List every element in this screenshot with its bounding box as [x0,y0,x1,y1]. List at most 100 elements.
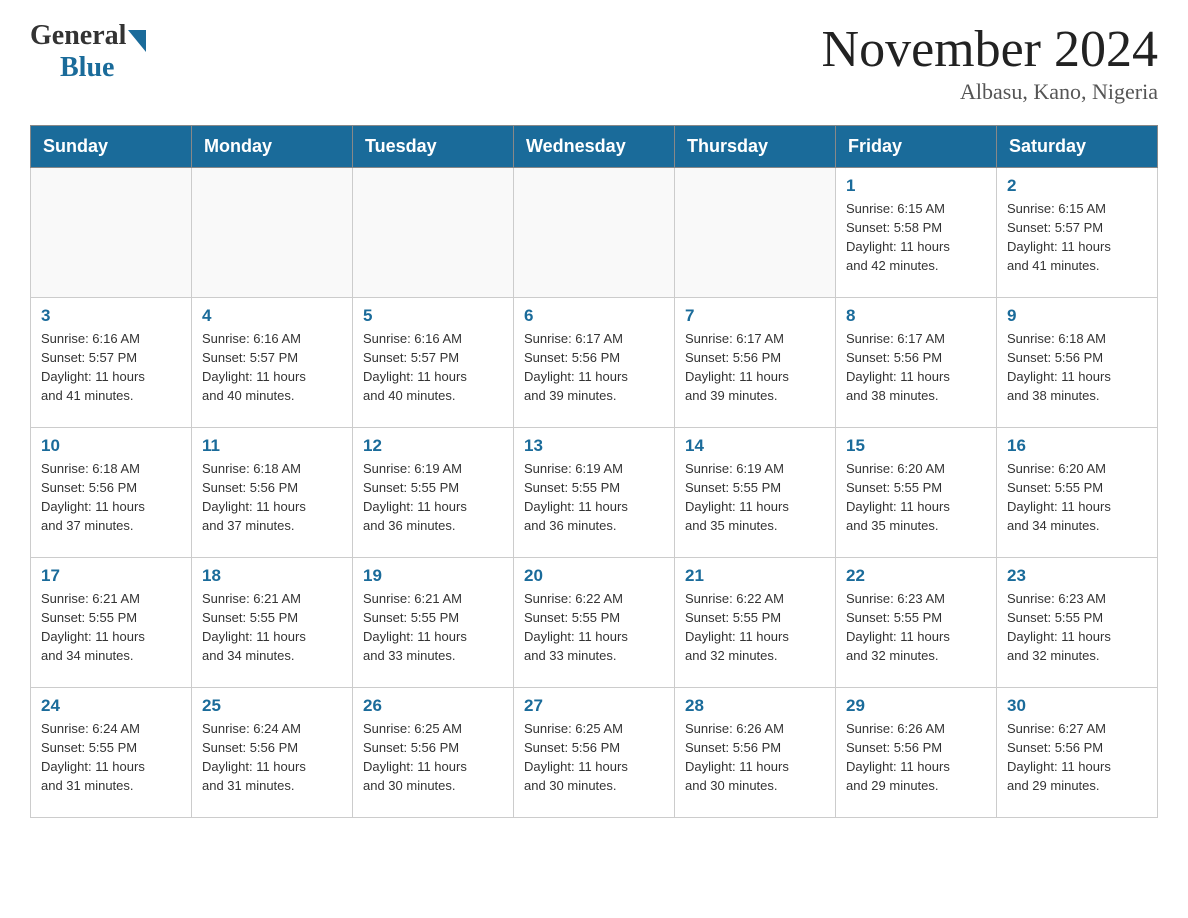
day-number: 21 [685,566,825,586]
title-area: November 2024 Albasu, Kano, Nigeria [822,20,1158,105]
day-number: 6 [524,306,664,326]
day-info: Sunrise: 6:19 AM Sunset: 5:55 PM Dayligh… [524,460,664,535]
calendar-cell: 29 Sunrise: 6:26 AM Sunset: 5:56 PM Dayli… [836,688,997,818]
calendar-cell: 9 Sunrise: 6:18 AM Sunset: 5:56 PM Daylig… [997,298,1158,428]
logo-text-general: General [30,20,126,52]
weekday-header-thursday: Thursday [675,126,836,168]
calendar-cell: 30 Sunrise: 6:27 AM Sunset: 5:56 PM Dayli… [997,688,1158,818]
calendar-cell: 19 Sunrise: 6:21 AM Sunset: 5:55 PM Dayli… [353,558,514,688]
day-info: Sunrise: 6:21 AM Sunset: 5:55 PM Dayligh… [41,590,181,665]
day-info: Sunrise: 6:17 AM Sunset: 5:56 PM Dayligh… [685,330,825,405]
calendar-cell: 14 Sunrise: 6:19 AM Sunset: 5:55 PM Dayli… [675,428,836,558]
calendar-cell: 16Sunrise: 6:20 AM Sunset: 5:55 PM Dayli… [997,428,1158,558]
calendar-cell [514,168,675,298]
calendar-cell: 24 Sunrise: 6:24 AM Sunset: 5:55 PM Dayli… [31,688,192,818]
day-info: Sunrise: 6:21 AM Sunset: 5:55 PM Dayligh… [363,590,503,665]
calendar-cell: 6 Sunrise: 6:17 AM Sunset: 5:56 PM Daylig… [514,298,675,428]
day-number: 19 [363,566,503,586]
calendar-cell: 18 Sunrise: 6:21 AM Sunset: 5:55 PM Dayli… [192,558,353,688]
day-info: Sunrise: 6:24 AM Sunset: 5:56 PM Dayligh… [202,720,342,795]
weekday-header-wednesday: Wednesday [514,126,675,168]
weekday-header-friday: Friday [836,126,997,168]
day-info: Sunrise: 6:19 AM Sunset: 5:55 PM Dayligh… [363,460,503,535]
day-info: Sunrise: 6:16 AM Sunset: 5:57 PM Dayligh… [363,330,503,405]
calendar-cell [31,168,192,298]
calendar-cell: 2Sunrise: 6:15 AM Sunset: 5:57 PM Daylig… [997,168,1158,298]
weekday-header-monday: Monday [192,126,353,168]
calendar-cell: 25 Sunrise: 6:24 AM Sunset: 5:56 PM Dayli… [192,688,353,818]
day-number: 30 [1007,696,1147,716]
day-info: Sunrise: 6:16 AM Sunset: 5:57 PM Dayligh… [41,330,181,405]
calendar-week-row: 24 Sunrise: 6:24 AM Sunset: 5:55 PM Dayli… [31,688,1158,818]
location: Albasu, Kano, Nigeria [822,79,1158,105]
day-number: 12 [363,436,503,456]
calendar-cell [192,168,353,298]
calendar-cell: 13 Sunrise: 6:19 AM Sunset: 5:55 PM Dayli… [514,428,675,558]
calendar-cell: 8 Sunrise: 6:17 AM Sunset: 5:56 PM Daylig… [836,298,997,428]
day-info: Sunrise: 6:17 AM Sunset: 5:56 PM Dayligh… [524,330,664,405]
day-info: Sunrise: 6:20 AM Sunset: 5:55 PM Dayligh… [846,460,986,535]
day-info: Sunrise: 6:26 AM Sunset: 5:56 PM Dayligh… [846,720,986,795]
calendar-cell: 1Sunrise: 6:15 AM Sunset: 5:58 PM Daylig… [836,168,997,298]
calendar-cell: 22Sunrise: 6:23 AM Sunset: 5:55 PM Dayli… [836,558,997,688]
day-number: 24 [41,696,181,716]
day-info: Sunrise: 6:15 AM Sunset: 5:57 PM Dayligh… [1007,200,1147,275]
calendar-cell: 26 Sunrise: 6:25 AM Sunset: 5:56 PM Dayli… [353,688,514,818]
day-number: 22 [846,566,986,586]
day-info: Sunrise: 6:24 AM Sunset: 5:55 PM Dayligh… [41,720,181,795]
day-info: Sunrise: 6:25 AM Sunset: 5:56 PM Dayligh… [363,720,503,795]
calendar-week-row: 17 Sunrise: 6:21 AM Sunset: 5:55 PM Dayli… [31,558,1158,688]
calendar-cell: 28Sunrise: 6:26 AM Sunset: 5:56 PM Dayli… [675,688,836,818]
day-info: Sunrise: 6:18 AM Sunset: 5:56 PM Dayligh… [1007,330,1147,405]
day-info: Sunrise: 6:17 AM Sunset: 5:56 PM Dayligh… [846,330,986,405]
calendar-cell: 17 Sunrise: 6:21 AM Sunset: 5:55 PM Dayli… [31,558,192,688]
calendar-week-row: 3Sunrise: 6:16 AM Sunset: 5:57 PM Daylig… [31,298,1158,428]
calendar-cell [353,168,514,298]
day-number: 15 [846,436,986,456]
logo-arrow-icon [128,30,146,52]
day-info: Sunrise: 6:25 AM Sunset: 5:56 PM Dayligh… [524,720,664,795]
page-header: General Blue November 2024 Albasu, Kano,… [30,20,1158,105]
day-number: 13 [524,436,664,456]
calendar-cell: 5 Sunrise: 6:16 AM Sunset: 5:57 PM Daylig… [353,298,514,428]
calendar-week-row: 1Sunrise: 6:15 AM Sunset: 5:58 PM Daylig… [31,168,1158,298]
day-info: Sunrise: 6:23 AM Sunset: 5:55 PM Dayligh… [1007,590,1147,665]
calendar-table: SundayMondayTuesdayWednesdayThursdayFrid… [30,125,1158,818]
day-number: 9 [1007,306,1147,326]
logo: General Blue [30,20,146,84]
day-number: 27 [524,696,664,716]
day-number: 4 [202,306,342,326]
day-info: Sunrise: 6:22 AM Sunset: 5:55 PM Dayligh… [524,590,664,665]
day-number: 23 [1007,566,1147,586]
day-info: Sunrise: 6:27 AM Sunset: 5:56 PM Dayligh… [1007,720,1147,795]
day-info: Sunrise: 6:19 AM Sunset: 5:55 PM Dayligh… [685,460,825,535]
day-number: 16 [1007,436,1147,456]
day-number: 14 [685,436,825,456]
calendar-cell: 7 Sunrise: 6:17 AM Sunset: 5:56 PM Daylig… [675,298,836,428]
day-number: 25 [202,696,342,716]
day-number: 18 [202,566,342,586]
day-info: Sunrise: 6:18 AM Sunset: 5:56 PM Dayligh… [202,460,342,535]
calendar-week-row: 10 Sunrise: 6:18 AM Sunset: 5:56 PM Dayli… [31,428,1158,558]
day-info: Sunrise: 6:16 AM Sunset: 5:57 PM Dayligh… [202,330,342,405]
weekday-header-saturday: Saturday [997,126,1158,168]
day-number: 17 [41,566,181,586]
calendar-cell: 20 Sunrise: 6:22 AM Sunset: 5:55 PM Dayli… [514,558,675,688]
day-number: 7 [685,306,825,326]
day-info: Sunrise: 6:21 AM Sunset: 5:55 PM Dayligh… [202,590,342,665]
calendar-cell: 4 Sunrise: 6:16 AM Sunset: 5:57 PM Daylig… [192,298,353,428]
calendar-cell: 15 Sunrise: 6:20 AM Sunset: 5:55 PM Dayli… [836,428,997,558]
day-number: 20 [524,566,664,586]
calendar-cell: 11 Sunrise: 6:18 AM Sunset: 5:56 PM Dayli… [192,428,353,558]
day-number: 11 [202,436,342,456]
day-number: 10 [41,436,181,456]
day-number: 5 [363,306,503,326]
day-number: 26 [363,696,503,716]
day-number: 28 [685,696,825,716]
calendar-cell [675,168,836,298]
logo-text-blue: Blue [60,52,114,84]
day-number: 8 [846,306,986,326]
day-number: 29 [846,696,986,716]
day-info: Sunrise: 6:22 AM Sunset: 5:55 PM Dayligh… [685,590,825,665]
calendar-cell: 21 Sunrise: 6:22 AM Sunset: 5:55 PM Dayli… [675,558,836,688]
